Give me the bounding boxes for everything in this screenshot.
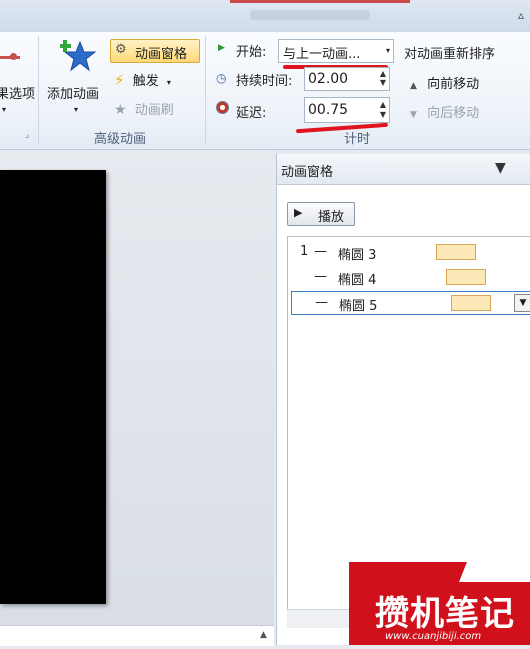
timeline-bar[interactable]: [446, 269, 486, 285]
item-dash: —: [315, 295, 328, 310]
watermark-url-text: www.cuanjibiji.com: [385, 631, 482, 642]
start-play-icon: ▶: [218, 43, 225, 53]
advanced-animation-group-label: 高级动画: [94, 132, 147, 147]
horizontal-scrollbar[interactable]: ▲: [0, 625, 274, 646]
watermark-main-text: 攒机笔记: [375, 594, 515, 634]
item-dash: —: [314, 244, 327, 259]
list-item[interactable]: 1 — 椭圆 3: [288, 240, 530, 264]
animation-pane-button[interactable]: ⚙ 动画窗格: [110, 39, 200, 63]
timeline-bar[interactable]: [451, 295, 491, 311]
effect-options-button[interactable]: 果选项: [0, 83, 35, 102]
duration-clock-icon: ◷: [216, 71, 227, 85]
move-later-label: 向后移动: [427, 106, 480, 121]
animation-pane-label: 动画窗格: [135, 47, 188, 62]
item-index: 1: [300, 244, 309, 259]
slide-canvas[interactable]: [0, 170, 106, 604]
duration-label: 持续时间:: [236, 74, 293, 89]
add-animation-dropdown-icon[interactable]: ▾: [74, 105, 78, 114]
move-earlier-button[interactable]: ▲ 向前移动: [410, 73, 479, 92]
spin-down-icon[interactable]: ▼: [380, 79, 386, 87]
triangle-up-icon: ▲: [410, 81, 417, 91]
pane-menu-chevron-icon[interactable]: ▼: [495, 160, 506, 176]
scroll-up-icon[interactable]: ▲: [260, 630, 267, 640]
window-title-blurred: [250, 10, 370, 20]
move-later-button: ▼ 向后移动: [410, 102, 479, 121]
delay-spinner[interactable]: 00.75 ▲ ▼: [304, 97, 390, 123]
item-dropdown-icon[interactable]: ▼: [514, 294, 530, 312]
duration-spinner[interactable]: 02.00 ▲ ▼: [304, 67, 390, 91]
painter-star-icon: ★: [114, 102, 127, 118]
title-accent-line: [230, 0, 410, 3]
start-dropdown-value: 与上一动画...: [283, 47, 361, 62]
add-animation-button[interactable]: 添加动画: [47, 83, 99, 102]
item-dash: —: [314, 269, 327, 284]
red-underline-delay: [295, 122, 389, 134]
delay-clock-icon: [216, 101, 229, 114]
animation-pane-icon: ⚙: [115, 42, 127, 57]
title-bar: ▵: [0, 0, 530, 32]
add-animation-star-icon[interactable]: [59, 36, 97, 74]
chevron-down-icon: ▾: [385, 46, 390, 55]
collapse-ribbon-icon[interactable]: ▵: [518, 8, 524, 22]
spin-up-icon[interactable]: ▲: [380, 70, 386, 78]
reorder-title: 对动画重新排序: [404, 47, 496, 62]
watermark-logo: 攒机笔记 www.cuanjibiji.com: [349, 562, 530, 645]
animation-painter-label: 动画刷: [134, 103, 174, 118]
spin-down-icon[interactable]: ▼: [380, 111, 386, 119]
move-earlier-label: 向前移动: [427, 77, 480, 92]
dialog-launcher-icon[interactable]: ⌟: [25, 130, 29, 140]
list-item-selected[interactable]: — 椭圆 5 ▼: [291, 291, 530, 315]
list-item[interactable]: — 椭圆 4: [288, 265, 530, 289]
delay-label: 延迟:: [236, 106, 267, 121]
start-dropdown[interactable]: 与上一动画... ▾: [278, 39, 394, 63]
start-label: 开始:: [236, 45, 267, 60]
group-separator: [38, 36, 39, 144]
spin-up-icon[interactable]: ▲: [380, 101, 386, 109]
play-icon: ▶: [294, 206, 303, 219]
animation-list: 1 — 椭圆 3 — 椭圆 4 — 椭圆 5 ▼: [287, 236, 530, 618]
play-label: 播放: [318, 210, 345, 225]
trigger-dropdown-icon: ▾: [166, 78, 171, 87]
ribbon: 果选项 ▾ ⌟ 添加动画 ▾ ⚙ 动画窗格 ⚡ 触发 ▾ ★ 动画刷 高级动画 …: [0, 32, 530, 150]
lightning-icon: ⚡: [114, 71, 125, 89]
group-separator: [205, 36, 206, 144]
timeline-bar[interactable]: [436, 244, 476, 260]
effect-options-dot: [10, 53, 17, 60]
duration-value: 02.00: [308, 71, 349, 87]
delay-value: 00.75: [308, 102, 349, 118]
effect-options-dropdown-icon[interactable]: ▾: [2, 105, 6, 114]
item-name: 椭圆 3: [338, 248, 377, 263]
pane-header: 动画窗格 ▼: [277, 154, 530, 185]
trigger-label: 触发: [132, 74, 159, 89]
animation-painter-button: ★ 动画刷: [114, 99, 174, 118]
play-button[interactable]: ▶ 播放: [287, 202, 355, 226]
trigger-button[interactable]: ⚡ 触发 ▾: [114, 70, 171, 89]
timing-group-label: 计时: [344, 132, 371, 147]
pane-title: 动画窗格: [281, 165, 334, 180]
triangle-down-icon: ▼: [410, 110, 417, 120]
item-name: 椭圆 4: [338, 273, 377, 288]
item-name: 椭圆 5: [339, 299, 378, 314]
